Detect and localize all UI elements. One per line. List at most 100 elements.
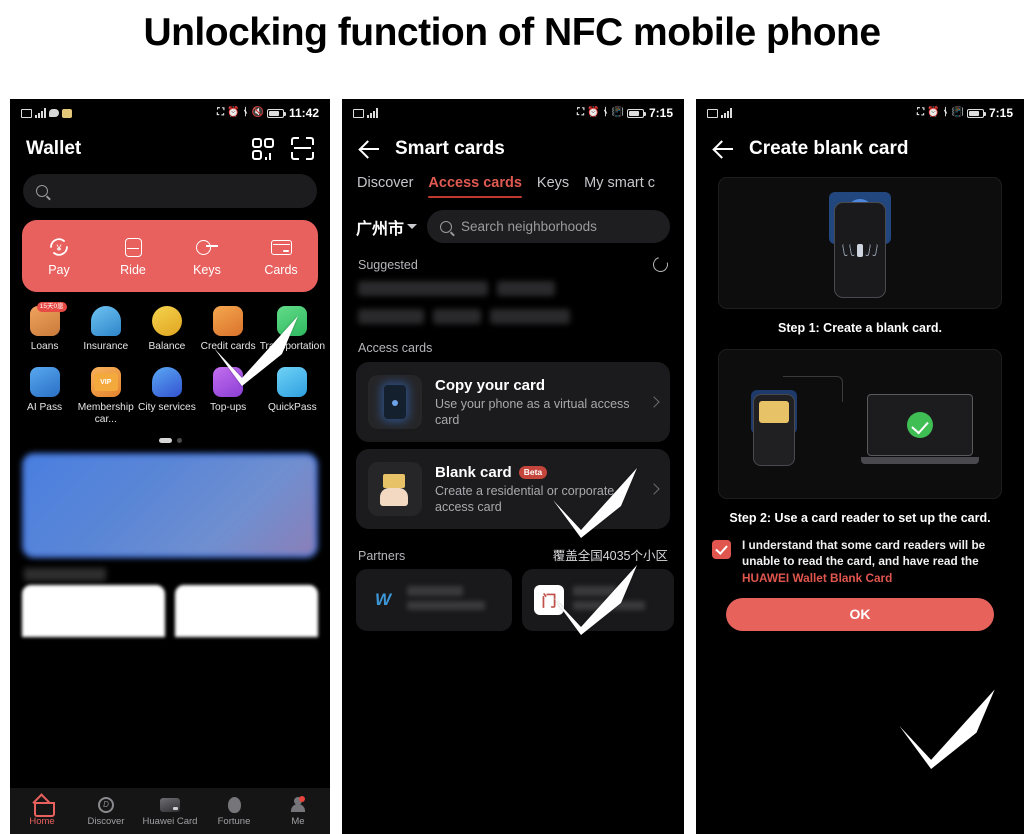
scan-frame-icon[interactable] [291, 137, 314, 160]
ok-button[interactable]: OK [726, 597, 994, 631]
tab-my-smart-cards[interactable]: My smart c [584, 175, 655, 198]
quick-action-cards[interactable]: Cards [244, 235, 318, 277]
person-icon [266, 795, 330, 814]
coin-icon [151, 306, 182, 336]
tab-access-cards[interactable]: Access cards [428, 175, 522, 198]
wallet-search-input[interactable] [23, 174, 317, 208]
grid-item-insurance[interactable]: Insurance [75, 302, 136, 357]
bank-card-icon [138, 795, 202, 814]
access-card-item-blank-card[interactable]: Blank card Beta Create a residential or … [356, 449, 670, 529]
scan-code-icon[interactable] [252, 137, 274, 160]
suggested-header: Suggested [342, 243, 684, 278]
grid-item-top-ups[interactable]: Top-ups [198, 363, 259, 430]
grid-item-membership-cards[interactable]: VIP Membership car... [75, 363, 136, 430]
suggested-chip[interactable] [358, 281, 488, 296]
search-icon [36, 185, 48, 197]
item-title: Copy your card [435, 376, 546, 394]
quick-action-pay[interactable]: ¥ Pay [22, 235, 96, 277]
phone-nfc-icon [368, 375, 422, 429]
quick-action-label: Ride [120, 263, 146, 277]
credit-card-icon [213, 306, 244, 336]
grid-item-city-services[interactable]: City services [136, 363, 197, 430]
bottom-tab-bar: Home D Discover Huawei Card Fortune Me [10, 788, 330, 834]
mute-icon: 🔇 [251, 107, 264, 118]
nfc-icon: ⛶ [577, 107, 585, 118]
status-bar: ⛶ ⏰ ᛀ 📳 7:15 [696, 99, 1024, 127]
status-bar: ⛶ ⏰ ᛀ 📳 7:15 [342, 99, 684, 127]
suggested-chip[interactable] [490, 309, 570, 324]
quick-action-label: Keys [193, 263, 221, 277]
suggested-chip[interactable] [497, 281, 555, 296]
tab-discover[interactable]: Discover [357, 175, 413, 198]
suggested-chip[interactable] [358, 309, 424, 324]
umbrella-icon [90, 306, 121, 336]
step2-text: Step 2: Use a card reader to set up the … [729, 511, 991, 525]
step1-text: Step 1: Create a blank card. [778, 321, 942, 335]
search-icon [440, 220, 453, 233]
nfc-icon: ⛶ [217, 107, 225, 118]
grid-item-quickpass[interactable]: QuickPass [259, 363, 326, 430]
suggested-chip[interactable] [433, 309, 481, 324]
home-icon [10, 795, 74, 817]
tab-discover[interactable]: D Discover [74, 795, 138, 827]
quick-action-ride[interactable]: Ride [96, 235, 170, 277]
refresh-icon[interactable] [650, 254, 671, 275]
agreement-checkbox[interactable] [712, 540, 731, 559]
pay-icon: ¥ [22, 235, 96, 259]
access-card-item-copy-your-card[interactable]: Copy your card Use your phone as a virtu… [356, 362, 670, 442]
suggested-chip-row [342, 299, 684, 327]
access-cards-label: Access cards [358, 341, 433, 355]
agreement-text-body: I understand that some card readers will… [742, 538, 986, 569]
grid-item-ai-pass[interactable]: AI Pass [14, 363, 75, 430]
message-icon [49, 109, 59, 117]
tab-keys[interactable]: Keys [537, 175, 569, 198]
tab-me[interactable]: Me [266, 795, 330, 827]
smart-cards-app-bar: Smart cards [342, 127, 684, 167]
partner-card[interactable]: W [356, 569, 512, 631]
neighborhood-search-input[interactable]: Search neighborhoods [427, 210, 670, 243]
grid-item-label: Top-ups [209, 402, 247, 414]
chevron-right-icon [648, 483, 660, 495]
status-time: 7:15 [648, 106, 673, 120]
phone-illustration [834, 202, 886, 298]
key-icon [170, 235, 244, 259]
suggested-chip-row [342, 278, 684, 299]
partners-label: Partners [358, 549, 406, 563]
partners-header: Partners 覆盖全国4035个小区 [342, 529, 684, 569]
step2-illustration [718, 349, 1002, 499]
back-arrow-icon[interactable] [358, 137, 382, 161]
grid-item-label: Membership car... [77, 402, 134, 426]
card-thumbnail[interactable] [175, 585, 318, 638]
grid-pager[interactable] [10, 430, 330, 447]
partner-card[interactable]: 门 [522, 569, 674, 631]
grid-item-label: Loans [30, 341, 59, 352]
grid-item-credit-cards[interactable]: Credit cards [198, 302, 259, 357]
quick-action-keys[interactable]: Keys [170, 235, 244, 277]
card-thumbnail[interactable] [22, 585, 165, 638]
partners-coverage: 覆盖全国4035个小区 [552, 549, 668, 563]
tab-huawei-card[interactable]: Huawei Card [138, 795, 202, 827]
status-time: 11:42 [288, 106, 319, 120]
piggy-bank-icon [202, 795, 266, 814]
bluetooth-icon: ᛀ [242, 107, 249, 118]
vibrate-icon: 📳 [611, 107, 624, 118]
tab-fortune[interactable]: Fortune [202, 795, 266, 827]
tab-home[interactable]: Home [10, 795, 74, 827]
grid-item-label: Credit cards [200, 341, 256, 352]
grid-item-balance[interactable]: Balance [136, 302, 197, 357]
grid-item-loans[interactable]: 15天0息 Loans [14, 302, 75, 357]
grid-item-transportation[interactable]: Transportation [259, 302, 326, 357]
loans-icon: 15天0息 [29, 302, 67, 336]
featured-card-blurred[interactable] [22, 453, 318, 559]
city-selector[interactable]: 广州市 [356, 215, 418, 239]
back-arrow-icon[interactable] [712, 137, 736, 161]
svg-text:¥: ¥ [55, 243, 62, 253]
alarm-icon: ⏰ [927, 107, 940, 118]
city-search-row: 广州市 Search neighborhoods [342, 198, 684, 243]
tab-label: Huawei Card [142, 816, 198, 827]
battery-icon [966, 108, 986, 118]
grid-item-label: City services [138, 402, 196, 414]
nfc-waves-icon [835, 239, 885, 261]
beta-badge: Beta [518, 465, 548, 479]
agreement-link[interactable]: HUAWEI Wallet Blank Card [742, 571, 892, 585]
